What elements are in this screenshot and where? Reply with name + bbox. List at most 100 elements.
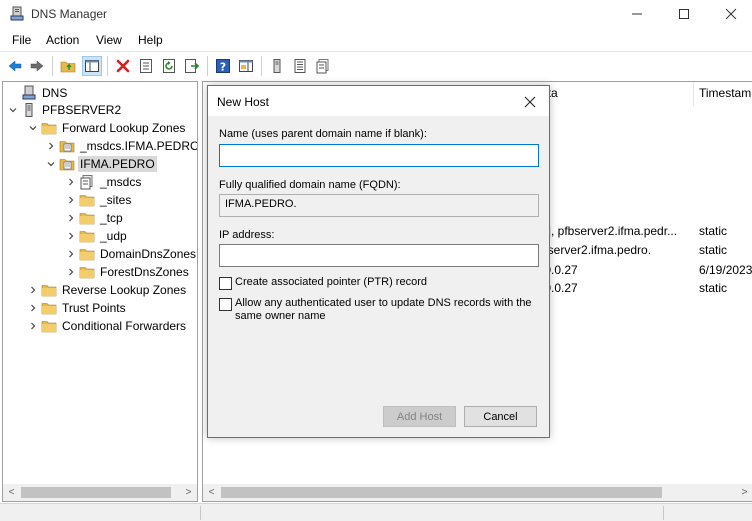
name-label: Name (uses parent domain name if blank):: [219, 128, 427, 140]
add-host-button[interactable]: Add Host: [383, 406, 456, 427]
chevron-right-icon[interactable]: [65, 227, 77, 245]
up-folder-button[interactable]: [58, 56, 78, 76]
scroll-left-arrow[interactable]: <: [203, 484, 220, 501]
tree-item-label[interactable]: _msdcs.IFMA.PEDRO: [78, 138, 197, 154]
menu-file[interactable]: File: [12, 33, 31, 47]
chevron-right-icon[interactable]: [27, 299, 39, 317]
tree-item-label[interactable]: Trust Points: [60, 300, 128, 316]
menu-help[interactable]: Help: [138, 33, 163, 47]
console-tree[interactable]: DNS PFBSERVER2 Forward Lookup Zones _msdcs.…: [2, 81, 198, 502]
chevron-right-icon[interactable]: [65, 263, 77, 281]
scroll-thumb[interactable]: [221, 487, 662, 498]
up-folder-icon: [60, 61, 76, 73]
dialog-close-button[interactable]: [520, 92, 540, 112]
allow-update-checkbox-row[interactable]: Allow any authenticated user to update D…: [219, 297, 540, 323]
chevron-right-icon[interactable]: [45, 137, 57, 155]
scroll-thumb[interactable]: [21, 487, 171, 498]
chevron-right-icon[interactable]: [27, 317, 39, 335]
properties-button[interactable]: [136, 56, 156, 76]
tree-item[interactable]: _tcp: [65, 209, 125, 227]
tree-item[interactable]: Conditional Forwarders: [27, 317, 188, 335]
tree-item-label[interactable]: PFBSERVER2: [40, 102, 123, 118]
chevron-right-icon[interactable]: [65, 191, 77, 209]
chevron-down-icon[interactable]: [7, 101, 19, 119]
zone-button[interactable]: [313, 56, 333, 76]
forward-button[interactable]: [27, 56, 47, 76]
minimize-icon: [632, 13, 642, 15]
ptr-record-checkbox-row[interactable]: Create associated pointer (PTR) record: [219, 276, 540, 290]
tree-item[interactable]: Forward Lookup Zones: [27, 119, 187, 137]
tree-item[interactable]: _msdcs.IFMA.PEDRO: [45, 137, 197, 155]
help-button[interactable]: ?: [213, 56, 233, 76]
show-hide-tree-button[interactable]: [82, 56, 102, 76]
tree-item[interactable]: Reverse Lookup Zones: [27, 281, 188, 299]
tree-item-label[interactable]: Reverse Lookup Zones: [60, 282, 188, 298]
scroll-right-arrow[interactable]: >: [180, 484, 197, 501]
cell-timestamp[interactable]: 6/19/2023: [699, 263, 752, 277]
cell-timestamp[interactable]: static: [699, 281, 727, 295]
tree-item[interactable]: DomainDnsZones: [65, 245, 197, 263]
help-icon: ?: [216, 59, 230, 74]
cell-timestamp[interactable]: static: [699, 243, 727, 257]
tree-item-label[interactable]: DomainDnsZones: [98, 246, 197, 262]
export-list-button[interactable]: [182, 56, 202, 76]
tree-item-label[interactable]: ForestDnsZones: [98, 264, 191, 280]
tree-item-label[interactable]: DNS: [40, 85, 69, 101]
cancel-button[interactable]: Cancel: [464, 406, 537, 427]
chevron-right-icon[interactable]: [65, 245, 77, 263]
tree-item[interactable]: DNS: [7, 84, 69, 102]
back-button[interactable]: [5, 56, 25, 76]
chevron-right-icon[interactable]: [65, 173, 77, 191]
delete-button[interactable]: [113, 56, 133, 76]
server-button[interactable]: [267, 56, 287, 76]
menu-view[interactable]: View: [96, 33, 122, 47]
tree-item-label[interactable]: _msdcs: [98, 174, 143, 190]
name-input[interactable]: [219, 144, 539, 167]
chevron-down-icon[interactable]: [27, 119, 39, 137]
minimize-button[interactable]: [614, 0, 660, 28]
tree-item-label[interactable]: _udp: [98, 228, 129, 244]
tree-item-label[interactable]: Conditional Forwarders: [60, 318, 188, 334]
cell-data[interactable]: 9], pfbserver2.ifma.pedr...: [541, 224, 677, 238]
refresh-button[interactable]: [159, 56, 179, 76]
tree-item[interactable]: _sites: [65, 191, 133, 209]
zone-icon: [59, 138, 75, 154]
tree-item[interactable]: IFMA.PEDRO: [45, 155, 157, 173]
chevron-right-icon[interactable]: [65, 209, 77, 227]
records-button[interactable]: [290, 56, 310, 76]
tree-item[interactable]: Trust Points: [27, 299, 128, 317]
scroll-left-arrow[interactable]: <: [3, 484, 20, 501]
allow-update-label[interactable]: Allow any authenticated user to update D…: [235, 297, 540, 323]
tree-horizontal-scrollbar[interactable]: < >: [3, 484, 197, 501]
ptr-record-checkbox[interactable]: [219, 277, 232, 290]
expander-placeholder: [7, 84, 19, 102]
maximize-button[interactable]: [661, 0, 707, 28]
window-title: DNS Manager: [31, 7, 108, 21]
zone-icon: [316, 59, 329, 74]
tree-item-label[interactable]: IFMA.PEDRO: [78, 156, 157, 172]
tree-item-label[interactable]: _sites: [98, 192, 133, 208]
cell-data[interactable]: bserver2.ifma.pedro.: [541, 243, 651, 257]
chevron-down-icon[interactable]: [45, 155, 57, 173]
ip-address-input[interactable]: [219, 244, 539, 267]
tree-item[interactable]: _udp: [65, 227, 129, 245]
allow-update-checkbox[interactable]: [219, 298, 232, 311]
column-header-timestamp[interactable]: Timestam: [699, 86, 751, 100]
tree-item[interactable]: ForestDnsZones: [65, 263, 191, 281]
folder-icon: [79, 228, 95, 244]
tree-item-label[interactable]: _tcp: [98, 210, 125, 226]
cell-timestamp[interactable]: static: [699, 224, 727, 238]
tree-item[interactable]: _msdcs: [65, 173, 143, 191]
column-separator[interactable]: [693, 82, 694, 106]
server-icon: [21, 102, 37, 118]
tree-item[interactable]: PFBSERVER2: [7, 101, 123, 119]
close-button[interactable]: [708, 0, 752, 28]
tree-item-label[interactable]: Forward Lookup Zones: [60, 120, 187, 136]
menu-action[interactable]: Action: [46, 33, 79, 47]
chevron-right-icon[interactable]: [27, 281, 39, 299]
ptr-record-label[interactable]: Create associated pointer (PTR) record: [235, 276, 540, 289]
toolbar: ?: [0, 51, 752, 79]
show-action-pane-button[interactable]: [236, 56, 256, 76]
list-horizontal-scrollbar[interactable]: < >: [203, 484, 752, 501]
scroll-right-arrow[interactable]: >: [736, 484, 752, 501]
